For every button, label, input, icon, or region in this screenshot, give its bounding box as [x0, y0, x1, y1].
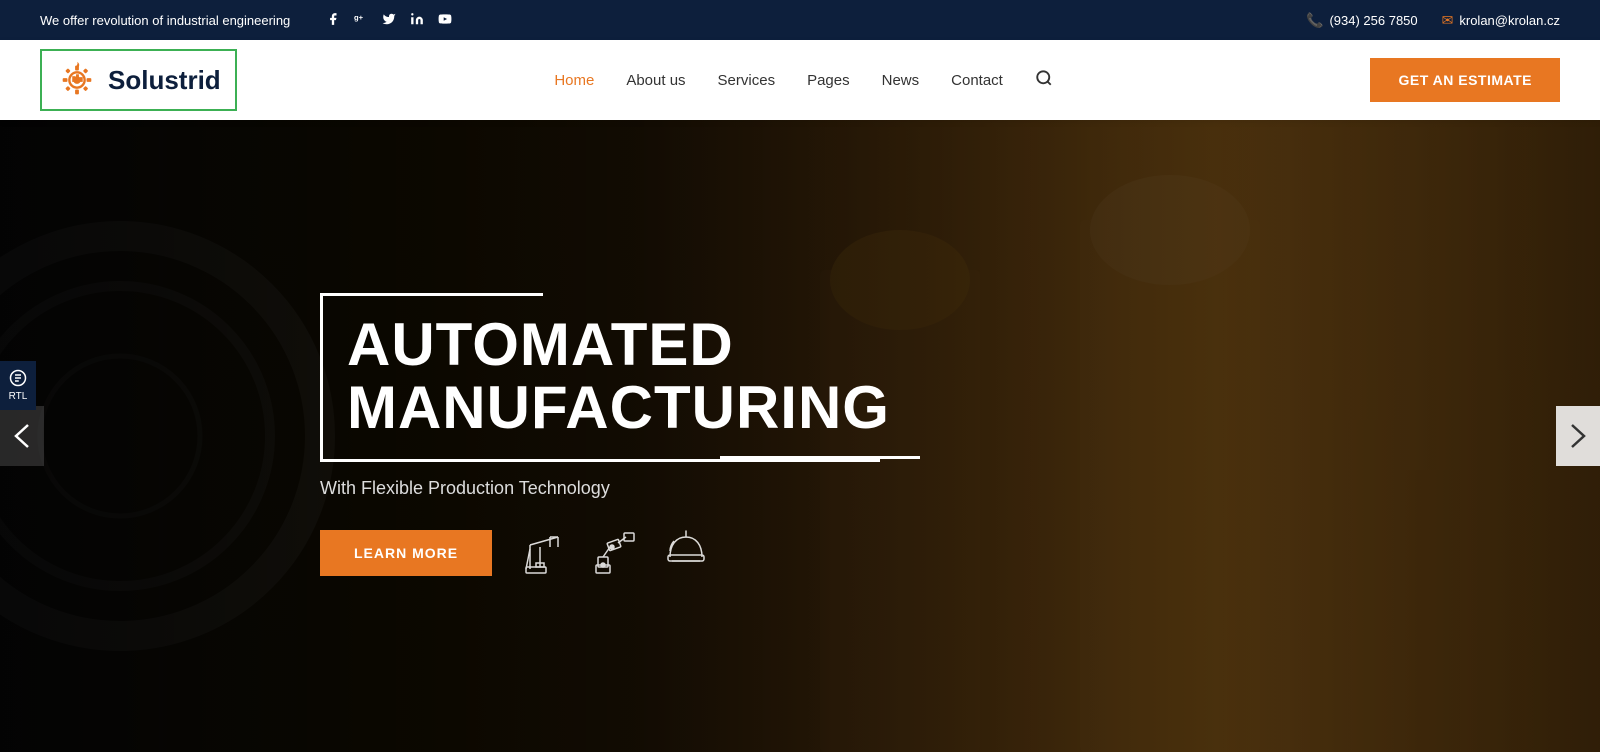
logo-text: Solustrid	[108, 65, 221, 96]
phone-number: (934) 256 7850	[1329, 13, 1417, 28]
hero-section: AUTOMATED MANUFACTURING With Flexible Pr…	[0, 120, 1600, 752]
logo[interactable]: Solustrid	[40, 49, 237, 111]
hero-content: AUTOMATED MANUFACTURING With Flexible Pr…	[0, 120, 1600, 752]
learn-more-button[interactable]: LEARN MORE	[320, 530, 492, 576]
phone-info: 📞 (934) 256 7850	[1306, 12, 1418, 29]
hero-industry-icons	[520, 527, 712, 579]
email-address: krolan@krolan.cz	[1459, 13, 1560, 28]
top-bar: We offer revolution of industrial engine…	[0, 0, 1600, 40]
svg-text:g+: g+	[354, 13, 364, 22]
hero-subtitle: With Flexible Production Technology	[320, 478, 880, 499]
slider-next-button[interactable]	[1556, 406, 1600, 466]
top-bar-right: 📞 (934) 256 7850 ✉ krolan@krolan.cz	[1306, 12, 1560, 29]
hero-title: AUTOMATED MANUFACTURING	[347, 313, 880, 439]
top-bar-left: We offer revolution of industrial engine…	[40, 12, 452, 29]
main-header: Solustrid Home About us Services Pages N…	[0, 40, 1600, 120]
get-estimate-button[interactable]: GET AN ESTIMATE	[1370, 58, 1560, 102]
tagline: We offer revolution of industrial engine…	[40, 13, 290, 28]
nav-about[interactable]: About us	[626, 72, 685, 89]
nav-contact[interactable]: Contact	[951, 72, 1003, 89]
main-nav: Home About us Services Pages News Contac…	[554, 69, 1053, 92]
slider-prev-button[interactable]	[0, 406, 44, 466]
helmet-icon	[660, 527, 712, 579]
youtube-link[interactable]	[438, 12, 452, 29]
phone-icon: 📞	[1306, 12, 1323, 29]
nav-home[interactable]: Home	[554, 72, 594, 89]
googleplus-link[interactable]: g+	[354, 12, 368, 29]
rtl-label: RTL	[9, 391, 28, 402]
rtl-button[interactable]: RTL	[0, 361, 36, 410]
facebook-link[interactable]	[326, 12, 340, 29]
hero-actions: LEARN MORE	[320, 527, 880, 579]
nav-services[interactable]: Services	[718, 72, 776, 89]
nav-news[interactable]: News	[882, 72, 920, 89]
robotic-arm-icon	[590, 527, 642, 579]
crane-icon	[520, 527, 572, 579]
search-icon[interactable]	[1035, 69, 1053, 92]
hero-frame: AUTOMATED MANUFACTURING	[320, 293, 880, 462]
twitter-link[interactable]	[382, 12, 396, 29]
logo-icon	[56, 59, 98, 101]
email-icon: ✉	[1442, 12, 1454, 29]
email-info: ✉ krolan@krolan.cz	[1442, 12, 1560, 29]
linkedin-link[interactable]	[410, 12, 424, 29]
nav-pages[interactable]: Pages	[807, 72, 850, 89]
social-links: g+	[326, 12, 452, 29]
